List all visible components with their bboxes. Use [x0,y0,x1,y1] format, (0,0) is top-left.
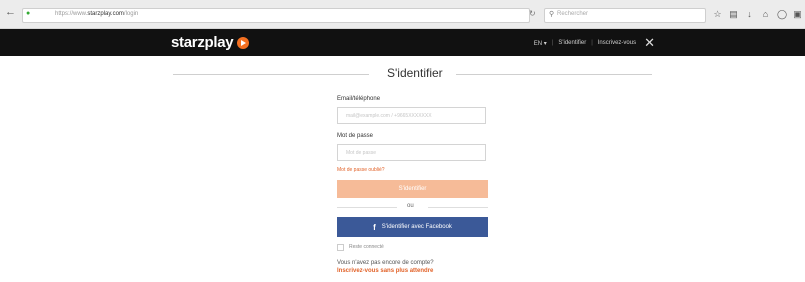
home-icon[interactable]: ⌂ [761,7,770,21]
reload-icon[interactable]: ↻ [529,9,536,18]
url-prefix: https://www. [55,11,88,17]
back-icon[interactable]: ← [4,6,17,19]
divider [337,207,397,208]
toolbar-icons: ☆ ▤ ↓ ⌂ ◯ ▣ ⋮ [713,7,805,21]
divider: | [591,40,593,46]
star-icon[interactable]: ☆ [713,7,722,21]
email-label: Email/téléphone [337,96,381,102]
search-icon: ⚲ [549,11,555,18]
forgot-password-link[interactable]: Mot de passe oublié? [337,167,385,173]
url-suffix: /login [123,11,139,17]
download-icon[interactable]: ↓ [745,7,754,21]
address-bar[interactable]: ● https://www.starzplay.com/login [22,8,530,23]
header-signin-link[interactable]: S'identifier [558,40,586,46]
email-field[interactable] [337,107,486,124]
page-title: S'identifier [387,66,443,80]
divider [173,74,369,75]
lock-icon: ● [26,10,31,17]
language-label: EN [533,40,543,47]
language-selector[interactable]: EN ▾ [534,40,547,47]
divider [428,207,488,208]
facebook-icon: f [373,222,376,232]
signup-link[interactable]: Inscrivez-vous sans plus attendre [337,268,433,274]
signin-button[interactable]: S'identifier [337,180,488,198]
header-nav: EN ▾ | S'identifier | Inscrivez-vous ✕ [534,36,655,49]
sync-icon[interactable]: ◯ [777,7,787,21]
login-title-row: S'identifier [173,63,652,85]
close-icon[interactable]: ✕ [644,36,655,49]
no-account-text: Vous n'avez pas encore de compte? [337,260,434,266]
reading-list-icon[interactable]: ▤ [729,7,738,21]
password-field[interactable] [337,144,486,161]
search-bar[interactable]: ⚲ Rechercher [544,8,706,23]
url-text: https://www.starzplay.com/login [55,11,138,17]
site-header: starzplay EN ▾ | S'identifier | Inscrive… [0,29,805,56]
divider [456,74,652,75]
browser-toolbar: ← ● https://www.starzplay.com/login ↻ ⚲ … [0,0,805,29]
pocket-icon[interactable]: ▣ [793,7,802,21]
facebook-button-label: S'identifier avec Facebook [381,224,452,230]
remember-me: Reste connecté [337,242,384,252]
divider: | [551,40,554,46]
or-text: ou [407,203,414,209]
logo[interactable]: starzplay [171,33,250,52]
remember-label: Reste connecté [349,244,384,250]
url-domain: starzplay.com [87,11,124,17]
play-logo-icon [237,36,250,49]
logo-text: starzplay [171,34,234,51]
search-placeholder: Rechercher [557,11,589,17]
password-label: Mot de passe [337,133,374,139]
or-separator: ou [337,202,488,212]
header-signup-link[interactable]: Inscrivez-vous [598,40,636,46]
remember-checkbox[interactable] [337,243,344,251]
facebook-signin-button[interactable]: f S'identifier avec Facebook [337,217,488,237]
